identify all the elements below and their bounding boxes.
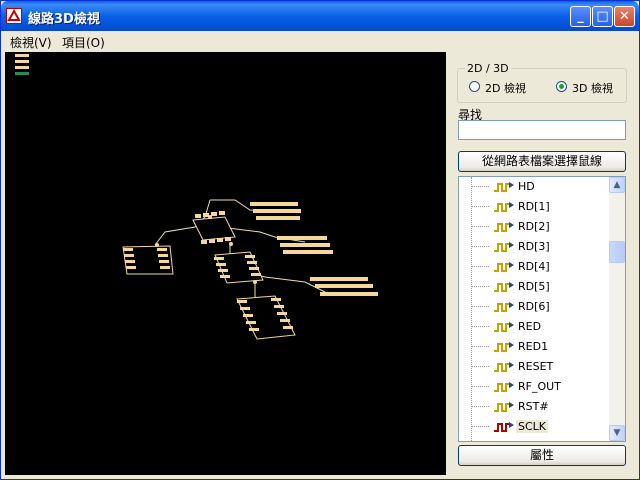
net-list-item-label: HD [518,180,535,193]
net-signal-icon [493,260,515,274]
net-list-item[interactable]: RST# [459,397,609,417]
tree-connector [471,206,489,207]
net-list-item[interactable]: SCLK [459,417,609,437]
net-list-item-label: RESET [518,360,554,373]
circuit-3d-render [15,54,378,340]
layer-indicator-icon [15,54,29,75]
ic-chip-4 [236,295,296,340]
net-list-item[interactable]: RD[6] [459,297,609,317]
menu-view[interactable]: 檢視(V) [10,34,52,51]
app-window: 線路3D檢視 _ □ ✕ 檢視(V) 項目(O) 2D / 3D 2D 檢視 3… [0,0,640,480]
net-list-item-label: RED [518,320,542,333]
net-signal-icon [493,280,515,294]
ic-connector-2 [277,236,333,254]
properties-button[interactable]: 屬性 [458,445,626,466]
net-list-item-label: RD[1] [518,200,550,213]
ic-connector-1 [250,202,301,220]
side-panel: 2D / 3D 2D 檢視 3D 檢視 尋找 從網路表檔案選擇鼠線 HD RD[1… [453,52,634,475]
app-icon [6,8,22,24]
net-list-item[interactable]: RF_OUT [459,377,609,397]
net-tree[interactable]: HD RD[1] RD[2] RD[3] RD[4] RD[5] RD[6] RED RED1 R… [458,176,626,442]
radio-3d-label[interactable]: 3D 檢視 [572,80,613,96]
tree-connector [471,266,489,267]
mode-group-label: 2D / 3D [465,62,511,75]
tree-connector [471,386,489,387]
net-list-item[interactable]: RD[3] [459,237,609,257]
menu-items[interactable]: 項目(O) [62,34,105,51]
net-list-item-label: RF_OUT [518,380,561,393]
scroll-down-icon[interactable]: ▼ [609,425,625,441]
net-list-item-label: RST# [518,400,549,413]
ic-connector-3 [310,277,378,296]
net-list-item[interactable]: RD[5] [459,277,609,297]
search-input[interactable] [458,120,626,140]
net-list-item-label: RD[6] [518,300,550,313]
3d-viewport[interactable] [5,52,446,475]
net-list-item[interactable]: RD[1] [459,197,609,217]
window-title: 線路3D檢視 [28,12,100,27]
radio-2d-label[interactable]: 2D 檢視 [485,80,526,96]
tree-connector [471,286,489,287]
tree-connector [471,346,489,347]
tree-connector [471,186,489,187]
tree-connector [471,246,489,247]
net-list-item-label: RD[4] [518,260,550,273]
ic-chip-2 [122,245,174,275]
net-list-item-label: RD[5] [518,280,550,293]
net-list-item[interactable]: RD[4] [459,257,609,277]
maximize-button[interactable]: □ [592,6,613,27]
tree-connector [471,306,489,307]
net-list-item[interactable]: RD[2] [459,217,609,237]
title-bar[interactable]: 線路3D檢視 _ □ ✕ [1,1,639,31]
net-signal-icon [493,180,515,194]
select-from-netlist-button[interactable]: 從網路表檔案選擇鼠線 [458,151,626,172]
net-list-item-label: RD[2] [518,220,550,233]
ic-chip-3 [214,251,264,284]
tree-connector [471,366,489,367]
tree-connector [471,226,489,227]
menu-bar: 檢視(V) 項目(O) [4,31,636,50]
net-signal-icon [493,300,515,314]
net-list-item-label: RD[3] [518,240,550,253]
tree-connector [471,326,489,327]
net-list-item[interactable]: RED [459,317,609,337]
net-signal-icon [493,240,515,254]
scroll-up-icon[interactable]: ▲ [609,177,625,193]
minimize-button[interactable]: _ [570,6,591,27]
net-signal-icon [493,380,515,394]
net-list-item-label: SCLK [516,420,549,433]
net-signal-icon [493,320,515,334]
tree-scrollbar[interactable]: ▲ ▼ [609,177,625,441]
net-signal-icon [493,360,515,374]
radio-2d[interactable] [469,81,480,92]
radio-3d-selected-dot [559,84,564,89]
net-signal-icon [493,400,515,414]
net-signal-icon [493,340,515,354]
scroll-thumb[interactable] [609,241,625,263]
tree-connector [471,406,489,407]
close-button[interactable]: ✕ [614,6,635,27]
net-list-item[interactable]: RED1 [459,337,609,357]
radio-3d[interactable] [556,81,567,92]
net-signal-icon [493,220,515,234]
ic-chip-1 [192,211,236,244]
net-signal-selected-icon [493,420,515,434]
net-signal-icon [493,200,515,214]
net-list-item[interactable]: RESET [459,357,609,377]
net-list-item-label: RED1 [518,340,549,353]
net-list-item[interactable]: HD [459,177,609,197]
tree-connector [471,426,489,427]
